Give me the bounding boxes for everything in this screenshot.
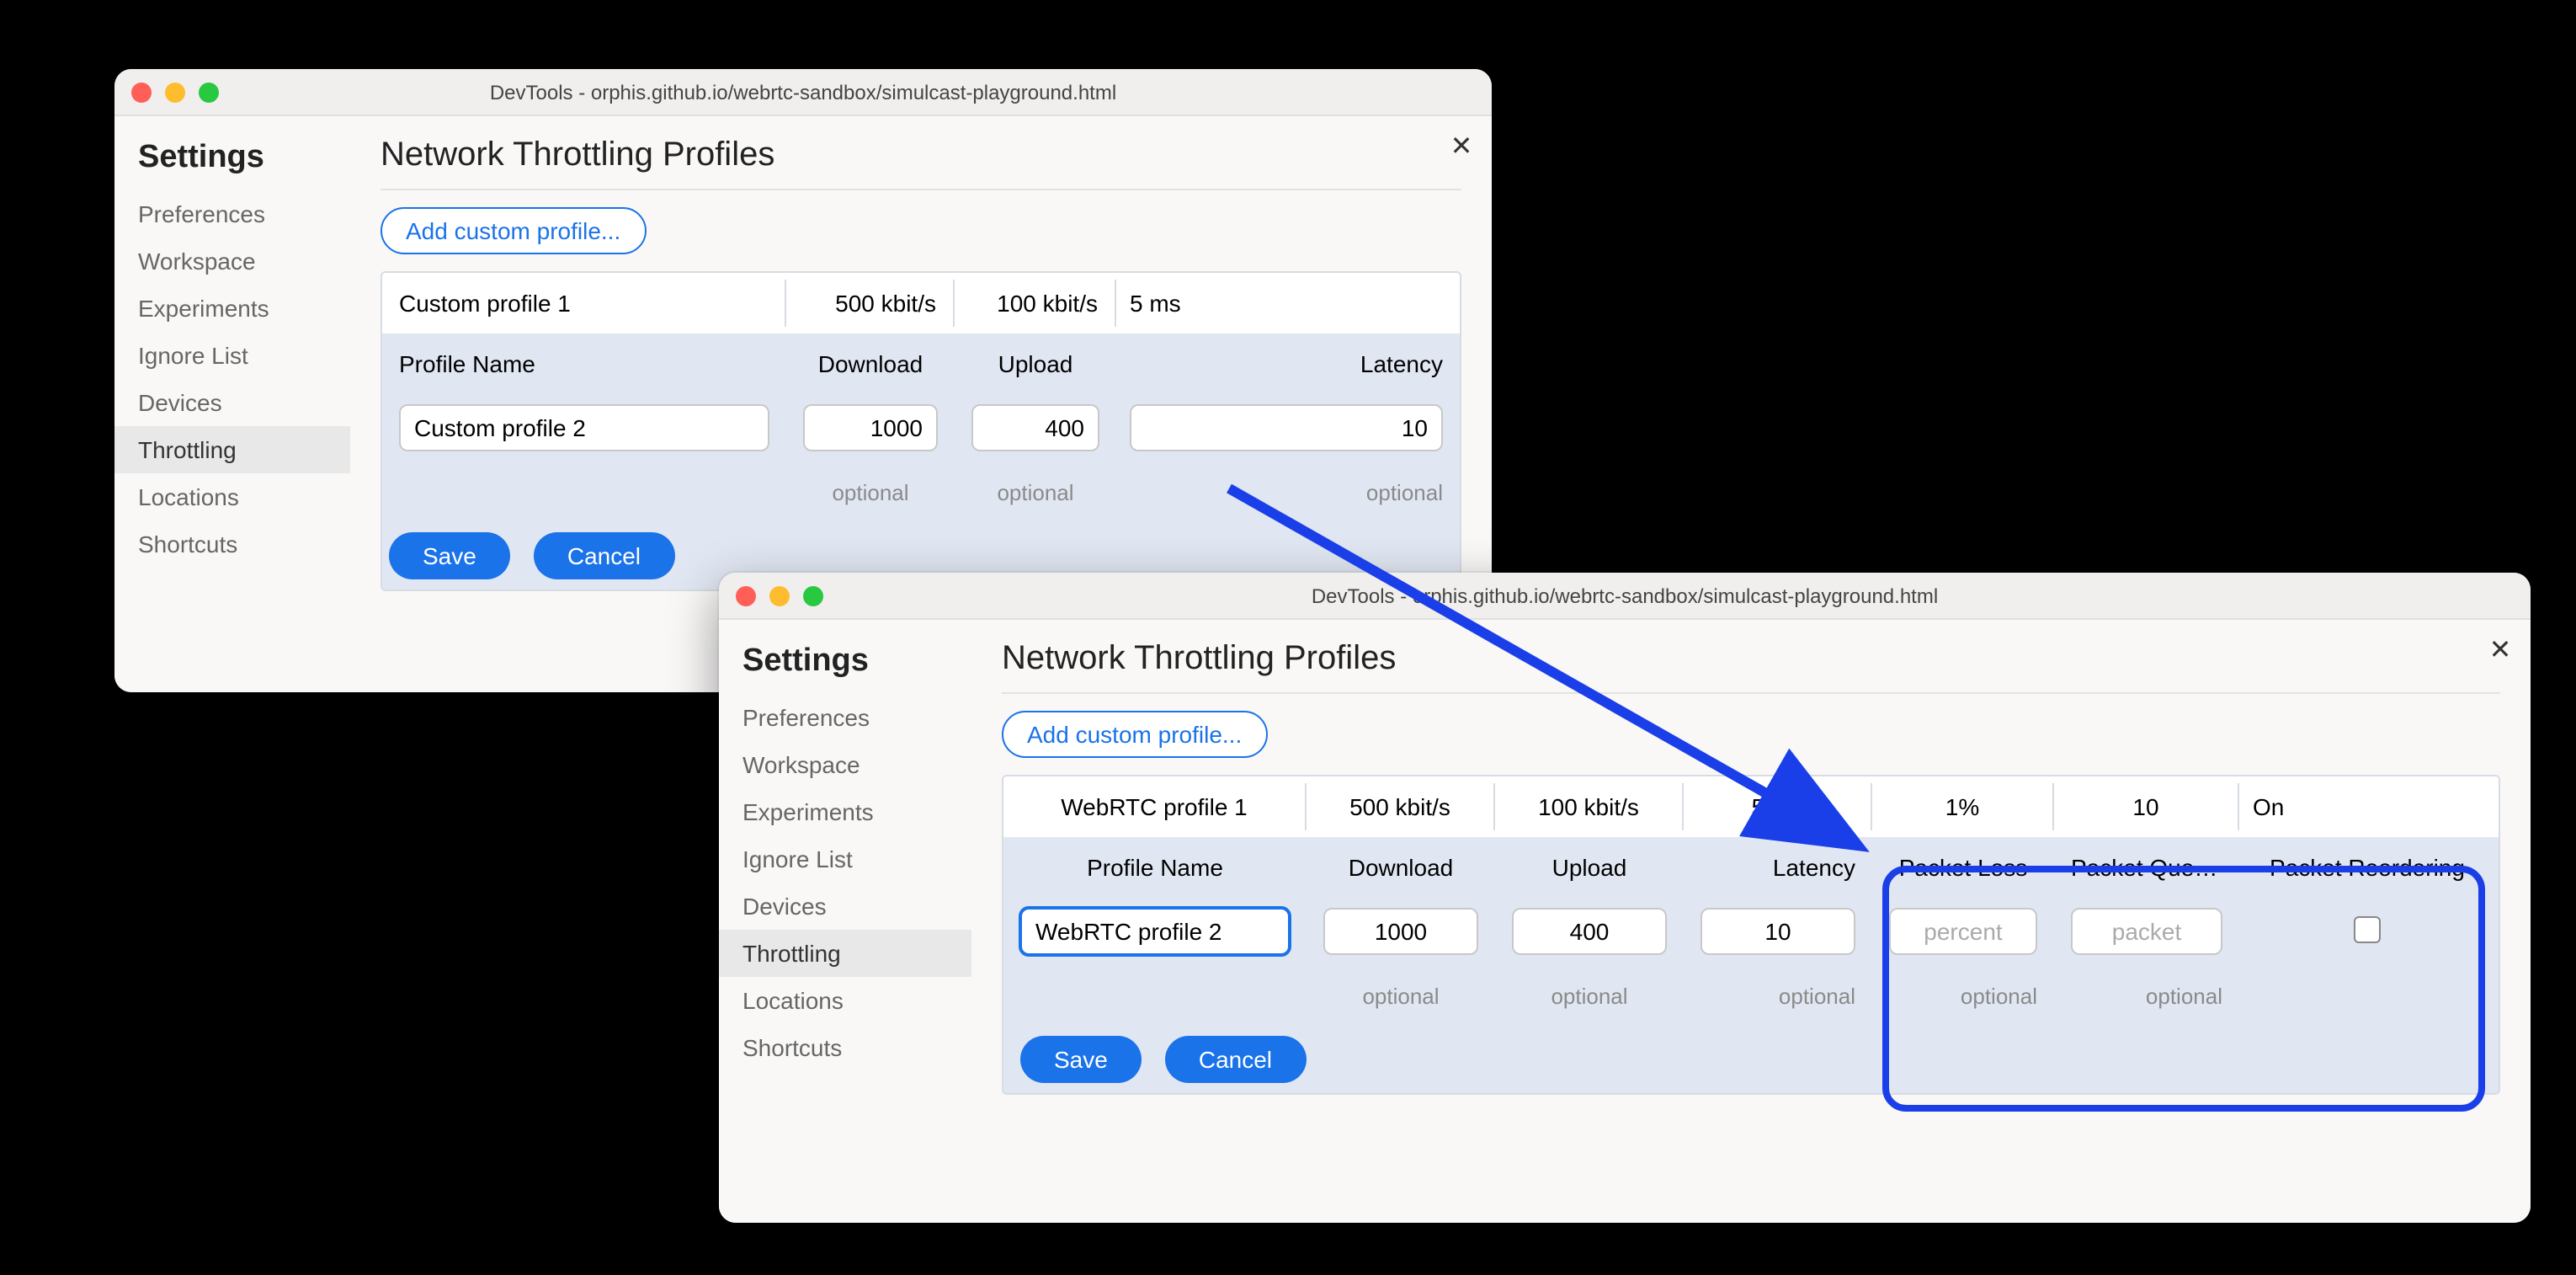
header-name: Profile Name [1003,844,1307,891]
sidebar-item-workspace[interactable]: Workspace [719,741,971,788]
packet-loss-input[interactable] [1889,908,2037,955]
titlebar: DevTools - orphis.github.io/webrtc-sandb… [719,573,2531,620]
header-name: Profile Name [382,340,786,387]
cell-reordering: On [2239,783,2499,830]
edit-row [382,394,1460,461]
optional-label: optional [1872,973,2054,1018]
header-packet-loss: Packet Loss [1872,844,2054,891]
traffic-min-icon[interactable] [769,585,790,605]
profiles-table: WebRTC profile 1 500 kbit/s 100 kbit/s 5… [1002,775,2500,1095]
latency-input[interactable] [1700,908,1855,955]
header-download: Download [786,340,955,387]
sidebar-item-preferences[interactable]: Preferences [719,694,971,741]
sidebar-item-experiments[interactable]: Experiments [114,285,350,332]
upload-input[interactable] [971,404,1099,451]
traffic-min-icon[interactable] [165,82,185,102]
profile-row[interactable]: WebRTC profile 1 500 kbit/s 100 kbit/s 5… [1003,776,2499,837]
header-upload: Upload [1495,844,1684,891]
sidebar-item-ignore-list[interactable]: Ignore List [719,835,971,883]
cell-name: WebRTC profile 1 [1003,783,1307,830]
cancel-button[interactable]: Cancel [1165,1036,1306,1083]
upload-input[interactable] [1512,908,1667,955]
sidebar-item-devices[interactable]: Devices [719,883,971,930]
settings-heading: Settings [719,643,971,694]
sidebar-item-shortcuts[interactable]: Shortcuts [719,1024,971,1071]
close-icon[interactable]: ✕ [2483,633,2517,667]
optional-label: optional [1684,973,1872,1018]
headers-row: Profile Name Download Upload Latency [382,333,1460,394]
close-icon[interactable]: ✕ [1445,130,1478,163]
sidebar-item-throttling[interactable]: Throttling [114,426,350,473]
page-title: Network Throttling Profiles [1002,640,2500,679]
window-title: DevTools - orphis.github.io/webrtc-sandb… [114,80,1492,104]
cell-download: 500 kbit/s [1307,783,1495,830]
cancel-button[interactable]: Cancel [534,532,674,579]
sidebar-item-workspace[interactable]: Workspace [114,237,350,285]
cell-latency: 5 ms [1684,783,1872,830]
sidebar-item-experiments[interactable]: Experiments [719,788,971,835]
sidebar-item-throttling[interactable]: Throttling [719,930,971,977]
cell-latency: 5 ms [1116,280,1460,327]
settings-sidebar: Settings Preferences Workspace Experimen… [114,116,350,692]
cell-upload: 100 kbit/s [955,280,1116,327]
traffic-max-icon[interactable] [199,82,219,102]
sidebar-item-devices[interactable]: Devices [114,379,350,426]
profile-row[interactable]: Custom profile 1 500 kbit/s 100 kbit/s 5… [382,273,1460,333]
save-button[interactable]: Save [1020,1036,1142,1083]
sidebar-item-shortcuts[interactable]: Shortcuts [114,520,350,568]
optional-label: optional [1116,469,1460,515]
header-upload: Upload [955,340,1116,387]
optional-label: optional [2054,973,2239,1018]
download-input[interactable] [803,404,938,451]
settings-sidebar: Settings Preferences Workspace Experimen… [719,620,971,1223]
header-queue-length: Packet Queue Length [2054,844,2239,891]
optional-row: optional optional optional [382,461,1460,522]
add-profile-button[interactable]: Add custom profile... [1002,711,1267,758]
header-download: Download [1307,844,1495,891]
save-button[interactable]: Save [389,532,510,579]
traffic-close-icon[interactable] [736,585,756,605]
add-profile-button[interactable]: Add custom profile... [381,207,646,254]
optional-label: optional [1307,973,1495,1018]
optional-row: optional optional optional optional opti… [1003,965,2499,1026]
latency-input[interactable] [1130,404,1443,451]
edit-row [1003,898,2499,965]
headers-row: Profile Name Download Upload Latency Pac… [1003,837,2499,898]
queue-length-input[interactable] [2071,908,2222,955]
cell-name: Custom profile 1 [382,280,786,327]
traffic-max-icon[interactable] [803,585,823,605]
titlebar: DevTools - orphis.github.io/webrtc-sandb… [114,69,1492,116]
米cell-upload: 100 kbit/s [1495,783,1684,830]
optional-label: optional [786,469,955,515]
reordering-checkbox[interactable] [2354,915,2381,942]
cell-packet-loss: 1% [1872,783,2054,830]
cell-queue-length: 10 [2054,783,2239,830]
sidebar-item-ignore-list[interactable]: Ignore List [114,332,350,379]
settings-heading: Settings [114,140,350,190]
sidebar-item-preferences[interactable]: Preferences [114,190,350,237]
profiles-table: Custom profile 1 500 kbit/s 100 kbit/s 5… [381,271,1461,591]
cell-download: 500 kbit/s [786,280,955,327]
optional-label: optional [955,469,1116,515]
sidebar-item-locations[interactable]: Locations [114,473,350,520]
profile-name-input[interactable] [399,404,769,451]
header-reordering: Packet Reordering [2239,844,2499,891]
header-latency: Latency [1684,844,1872,891]
header-latency: Latency [1116,340,1460,387]
download-input[interactable] [1323,908,1478,955]
optional-label: optional [1495,973,1684,1018]
page-title: Network Throttling Profiles [381,136,1461,175]
sidebar-item-locations[interactable]: Locations [719,977,971,1024]
profile-name-input[interactable] [1020,908,1290,955]
traffic-close-icon[interactable] [131,82,152,102]
window-title: DevTools - orphis.github.io/webrtc-sandb… [719,584,2531,607]
